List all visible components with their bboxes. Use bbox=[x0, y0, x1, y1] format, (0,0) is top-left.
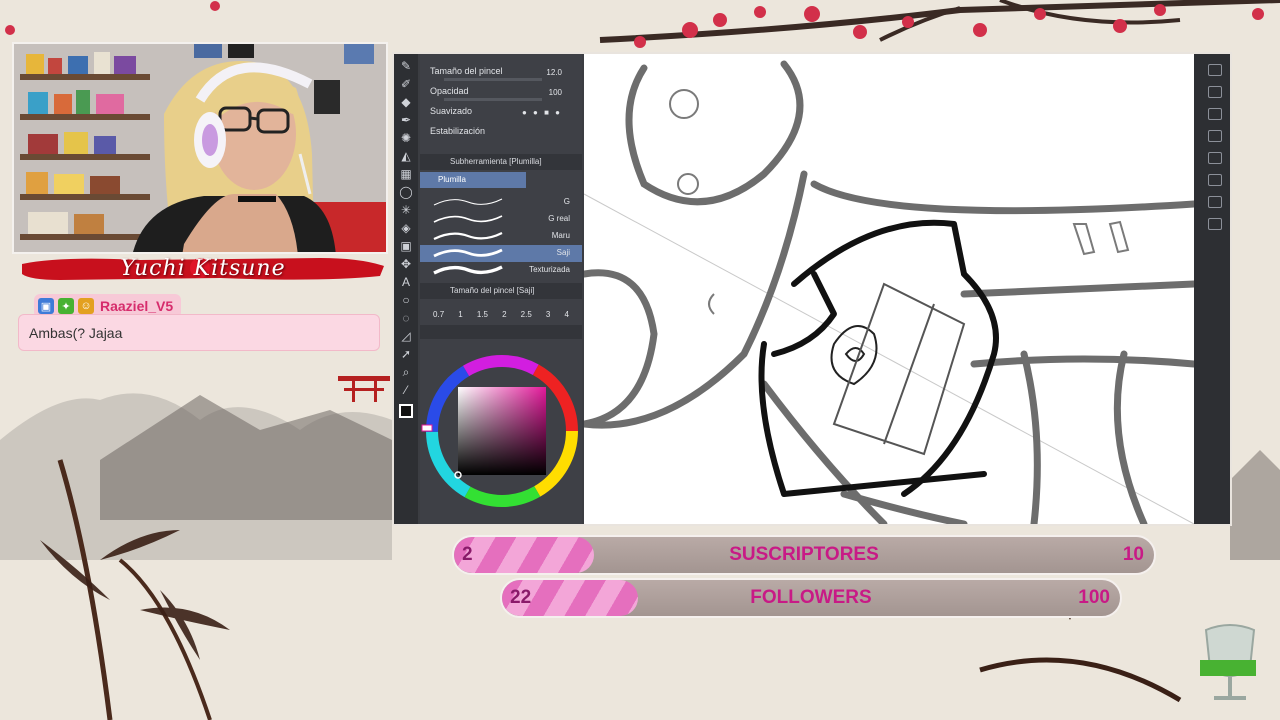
brush-size-preset[interactable]: 2 bbox=[502, 310, 506, 319]
brush-name: G real bbox=[548, 214, 570, 223]
brush-stroke-preview bbox=[433, 248, 503, 258]
right-dock bbox=[1194, 54, 1230, 524]
brush-item[interactable]: Saji bbox=[420, 245, 582, 262]
opacity-label: Opacidad bbox=[430, 86, 469, 96]
follower-goal-bar: FOLLOWERS 22 100 bbox=[500, 578, 1122, 618]
opacity-row[interactable]: Opacidad 100 bbox=[420, 84, 582, 104]
brush-name: Texturizada bbox=[529, 265, 570, 274]
badge-icon-blue: ▣ bbox=[38, 298, 54, 314]
webcam-image bbox=[14, 44, 386, 252]
goal-label: SUSCRIPTORES bbox=[729, 544, 879, 565]
tool-bar: ✎ ✐ ◆ ✒ ✺ ◭ ▦ ◯ ✳ ◈ ▣ ✥ A ○ ◌ ◿ ➚ ⌕ ⁄ bbox=[394, 54, 418, 524]
brush-tool-icon[interactable]: ✒ bbox=[397, 112, 415, 128]
brush-size-preset[interactable]: 1.5 bbox=[477, 310, 488, 319]
chat-username: Raaziel_V5 bbox=[100, 298, 174, 314]
close-panel-icon[interactable] bbox=[1208, 108, 1222, 120]
brush-stroke-preview bbox=[433, 215, 503, 223]
brush-size-preset[interactable]: 3 bbox=[546, 310, 550, 319]
goal-current: 2 bbox=[462, 544, 473, 565]
brush-size-row[interactable]: Tamaño del pincel 12.0 bbox=[420, 64, 582, 84]
subtool-panel-header: Subherramienta [Plumilla] bbox=[420, 154, 582, 170]
drawing-canvas[interactable] bbox=[584, 54, 1194, 524]
move-tool-icon[interactable]: ✥ bbox=[397, 256, 415, 272]
color-swatch-icon[interactable] bbox=[399, 404, 413, 418]
layer-icon[interactable] bbox=[1208, 64, 1222, 76]
bucket-tool-icon[interactable]: ◈ bbox=[397, 220, 415, 236]
brush-list: G G real Maru Saji Texturizada bbox=[420, 194, 582, 279]
brush-size-preset[interactable]: 2.5 bbox=[521, 310, 532, 319]
brush-size-presets: 0.7 1 1.5 2 2.5 3 4 bbox=[420, 299, 582, 319]
fill-tool-icon[interactable]: ◭ bbox=[397, 148, 415, 164]
operation-tool-icon[interactable]: ➚ bbox=[397, 346, 415, 362]
pencil-tool-icon[interactable]: ✐ bbox=[397, 76, 415, 92]
goal-label: FOLLOWERS bbox=[750, 587, 872, 608]
stabilization-row[interactable]: Estabilización bbox=[420, 124, 582, 144]
search-panel-icon[interactable] bbox=[1208, 218, 1222, 230]
brush-name: Maru bbox=[551, 231, 570, 240]
stabilization-label: Estabilización bbox=[430, 126, 486, 136]
tool-property-panel: Tamaño del pincel 12.0 Opacidad 100 Suav… bbox=[420, 54, 582, 524]
brush-stroke-preview bbox=[433, 265, 503, 275]
history-icon[interactable] bbox=[1208, 152, 1222, 164]
goal-current: 22 bbox=[510, 587, 532, 608]
pen-tool-icon[interactable]: ✎ bbox=[397, 58, 415, 74]
badge-icon-green: ✦ bbox=[58, 298, 74, 314]
brush-size-panel-header: Tamaño del pincel [Saji] bbox=[420, 283, 582, 299]
brush-name: Saji bbox=[556, 248, 570, 257]
brush-size-preset[interactable]: 1 bbox=[458, 310, 462, 319]
subtool-group-plumilla[interactable]: Plumilla bbox=[420, 172, 526, 188]
ruler-tool-icon[interactable]: ◿ bbox=[397, 328, 415, 344]
brush-size-preset[interactable]: 0.7 bbox=[433, 310, 444, 319]
drawing-app-window: ✎ ✐ ◆ ✒ ✺ ◭ ▦ ◯ ✳ ◈ ▣ ✥ A ○ ◌ ◿ ➚ ⌕ ⁄ Ta… bbox=[392, 52, 1232, 526]
brush-stroke-preview bbox=[433, 198, 503, 206]
brush-name: G bbox=[563, 197, 570, 206]
goal-target: 10 bbox=[1122, 544, 1144, 565]
smoothing-label: Suavizado bbox=[430, 106, 473, 116]
brush-item[interactable]: G bbox=[420, 194, 582, 211]
decoration-tool-icon[interactable]: ✺ bbox=[397, 130, 415, 146]
brush-item[interactable]: Texturizada bbox=[420, 262, 582, 279]
brush-size-label: Tamaño del pincel bbox=[430, 66, 503, 76]
brush-stroke-preview bbox=[433, 232, 503, 240]
webcam-feed bbox=[12, 42, 388, 254]
badge-icon-gold: ☺ bbox=[78, 298, 94, 314]
ellipse-tool-icon[interactable]: ○ bbox=[397, 292, 415, 308]
auto-select-icon[interactable]: ✳ bbox=[397, 202, 415, 218]
properties-icon[interactable] bbox=[1208, 196, 1222, 208]
smoothing-options-icon[interactable]: ● ● ■ ● bbox=[522, 106, 562, 120]
zoom-tool-icon[interactable]: ⌕ bbox=[397, 364, 415, 380]
lasso-tool-icon[interactable]: ◯ bbox=[397, 184, 415, 200]
opacity-value: 100 bbox=[548, 88, 562, 97]
line-art bbox=[584, 60, 1194, 524]
eyedropper-tool-icon[interactable]: ⁄ bbox=[397, 382, 415, 398]
balloon-tool-icon[interactable]: ◌ bbox=[397, 310, 415, 326]
gradient-tool-icon[interactable]: ▣ bbox=[397, 238, 415, 254]
color-panel-tabs bbox=[420, 325, 582, 339]
material-icon[interactable] bbox=[1208, 130, 1222, 142]
timeline-icon[interactable] bbox=[1208, 174, 1222, 186]
eraser-tool-icon[interactable]: ◆ bbox=[397, 94, 415, 110]
brush-item[interactable]: Maru bbox=[420, 228, 582, 245]
color-wheel[interactable] bbox=[420, 339, 582, 519]
text-tool-icon[interactable]: A bbox=[397, 274, 415, 290]
frame-tool-icon[interactable]: ▦ bbox=[397, 166, 415, 182]
opacity-slider[interactable] bbox=[444, 98, 542, 101]
navigator-icon[interactable] bbox=[1208, 86, 1222, 98]
brush-size-slider[interactable] bbox=[444, 78, 542, 81]
brush-size-preset[interactable]: 4 bbox=[564, 310, 568, 319]
goal-target: 100 bbox=[1078, 587, 1110, 608]
brush-item[interactable]: G real bbox=[420, 211, 582, 228]
streamer-nameplate: Yuchi Kitsune bbox=[20, 252, 386, 284]
streamer-name: Yuchi Kitsune bbox=[120, 255, 286, 281]
brush-size-value: 12.0 bbox=[546, 68, 562, 77]
subscriber-goal-bar: SUSCRIPTORES 2 10 bbox=[452, 535, 1156, 575]
chat-message: Ambas(? Jajaa bbox=[18, 314, 380, 351]
smoothing-row[interactable]: Suavizado ● ● ■ ● bbox=[420, 104, 582, 124]
